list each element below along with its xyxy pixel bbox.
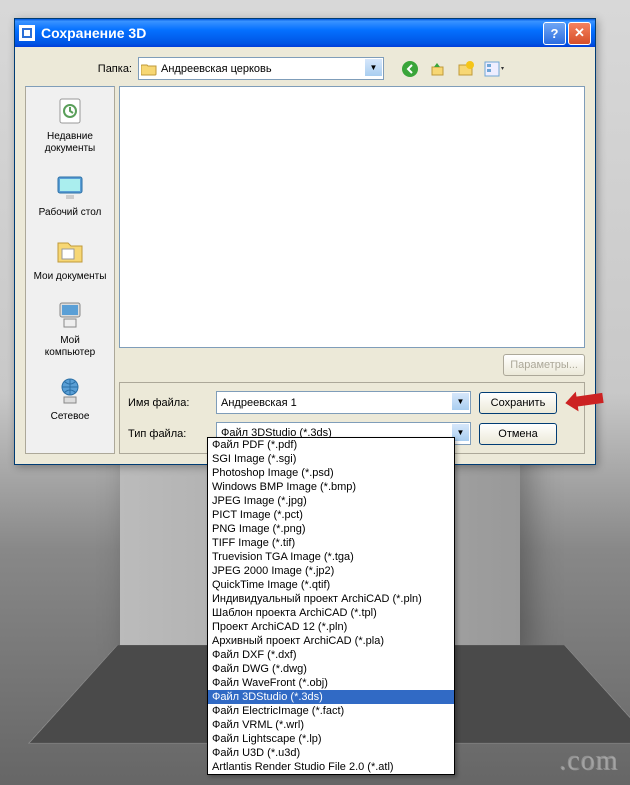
- save-dialog: Сохранение 3D ? ✕ Папка: Андреевская цер…: [14, 18, 596, 465]
- filetype-option[interactable]: Truevision TGA Image (*.tga): [208, 550, 454, 564]
- view-menu-icon[interactable]: [484, 59, 504, 79]
- place-recent[interactable]: Недавние документы: [24, 87, 116, 163]
- place-mycomputer[interactable]: Мой компьютер: [24, 291, 116, 367]
- filetype-option[interactable]: Файл 3DStudio (*.3ds): [208, 690, 454, 704]
- filetype-option[interactable]: SGI Image (*.sgi): [208, 452, 454, 466]
- filetype-option[interactable]: Artlantis Render Studio File 2.0 (*.atl): [208, 760, 454, 774]
- chevron-down-icon[interactable]: ▼: [452, 393, 469, 410]
- filetype-option[interactable]: PICT Image (*.pct): [208, 508, 454, 522]
- filetype-option[interactable]: Файл Lightscape (*.lp): [208, 732, 454, 746]
- filetype-option[interactable]: Файл U3D (*.u3d): [208, 746, 454, 760]
- help-button[interactable]: ?: [543, 22, 566, 45]
- filetype-option[interactable]: Файл DXF (*.dxf): [208, 648, 454, 662]
- filetype-option[interactable]: Проект ArchiCAD 12 (*.pln): [208, 620, 454, 634]
- window-title: Сохранение 3D: [41, 25, 146, 41]
- back-icon[interactable]: [400, 59, 420, 79]
- filename-input[interactable]: Андреевская 1 ▼: [216, 391, 471, 414]
- up-icon[interactable]: [428, 59, 448, 79]
- filetype-option[interactable]: Файл WaveFront (*.obj): [208, 676, 454, 690]
- params-button: Параметры...: [503, 354, 585, 376]
- save-button[interactable]: Сохранить: [479, 392, 557, 414]
- filetype-dropdown-list[interactable]: Файл PDF (*.pdf)SGI Image (*.sgi)Photosh…: [207, 437, 455, 775]
- places-bar: Недавние документы Рабочий стол Мои доку…: [25, 86, 115, 454]
- watermark: .com: [559, 745, 618, 777]
- titlebar[interactable]: Сохранение 3D ? ✕: [15, 19, 595, 47]
- place-network[interactable]: Сетевое: [24, 367, 116, 431]
- app-icon: [19, 25, 35, 41]
- filetype-option[interactable]: Файл VRML (*.wrl): [208, 718, 454, 732]
- folder-icon: [141, 62, 157, 76]
- filetype-option[interactable]: Файл ElectricImage (*.fact): [208, 704, 454, 718]
- chevron-down-icon[interactable]: ▼: [365, 59, 382, 76]
- filetype-option[interactable]: Файл PDF (*.pdf): [208, 438, 454, 452]
- filetype-option[interactable]: Шаблон проекта ArchiCAD (*.tpl): [208, 606, 454, 620]
- desktop-icon: [54, 171, 86, 203]
- cancel-button[interactable]: Отмена: [479, 423, 557, 445]
- computer-icon: [54, 299, 86, 331]
- new-folder-icon[interactable]: [456, 59, 476, 79]
- network-icon: [54, 375, 86, 407]
- recent-icon: [54, 95, 86, 127]
- filetype-option[interactable]: Индивидуальный проект ArchiCAD (*.pln): [208, 592, 454, 606]
- filetype-option[interactable]: Photoshop Image (*.psd): [208, 466, 454, 480]
- filetype-option[interactable]: TIFF Image (*.tif): [208, 536, 454, 550]
- filename-label: Имя файла:: [128, 397, 208, 409]
- folder-label: Папка:: [80, 63, 132, 75]
- place-desktop[interactable]: Рабочий стол: [24, 163, 116, 227]
- filetype-option[interactable]: Архивный проект ArchiCAD (*.pla): [208, 634, 454, 648]
- file-list[interactable]: [119, 86, 585, 348]
- filetype-label: Тип файла:: [128, 428, 208, 440]
- mydocs-icon: [54, 235, 86, 267]
- folder-dropdown[interactable]: Андреевская церковь ▼: [138, 57, 384, 80]
- filetype-option[interactable]: JPEG Image (*.jpg): [208, 494, 454, 508]
- filetype-option[interactable]: Windows BMP Image (*.bmp): [208, 480, 454, 494]
- filetype-option[interactable]: PNG Image (*.png): [208, 522, 454, 536]
- place-mydocs[interactable]: Мои документы: [24, 227, 116, 291]
- filetype-option[interactable]: Файл DWG (*.dwg): [208, 662, 454, 676]
- filetype-option[interactable]: JPEG 2000 Image (*.jp2): [208, 564, 454, 578]
- folder-value: Андреевская церковь: [161, 63, 272, 75]
- dialog-body: Папка: Андреевская церковь ▼ Недавние до…: [15, 47, 595, 464]
- filetype-option[interactable]: QuickTime Image (*.qtif): [208, 578, 454, 592]
- close-button[interactable]: ✕: [568, 22, 591, 45]
